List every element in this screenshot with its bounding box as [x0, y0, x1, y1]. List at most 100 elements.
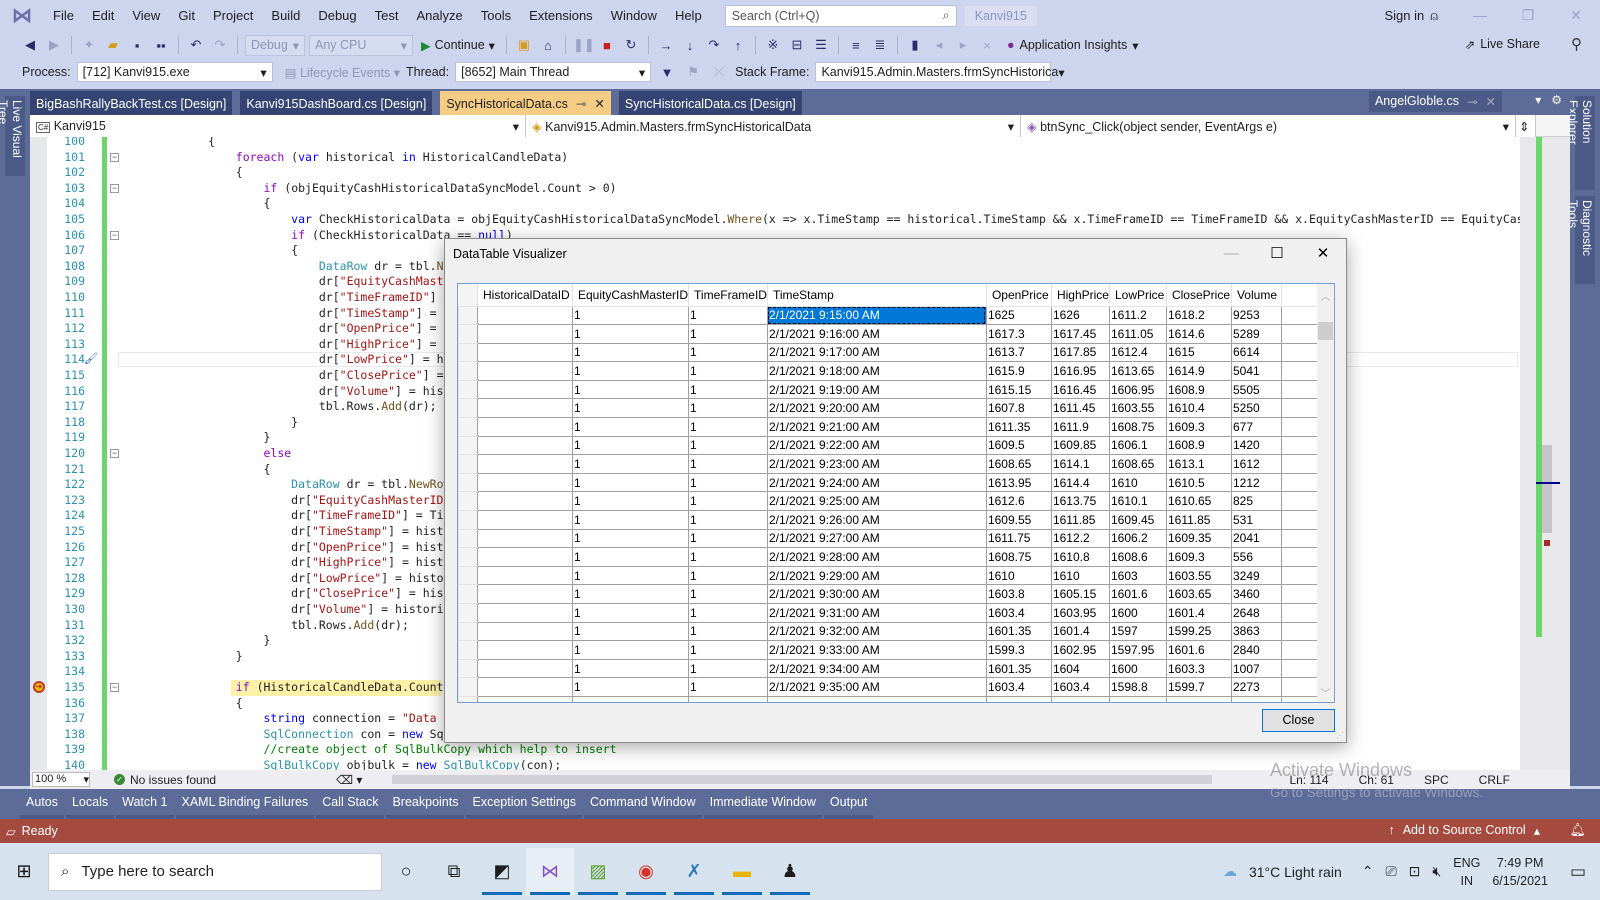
- cell-historicaldataid[interactable]: [477, 472, 573, 493]
- row-header[interactable]: [458, 528, 478, 549]
- table-row[interactable]: 1 1 2/1/2021 9:17:00 AM 1613.7 1617.85 1612.4…: [458, 342, 1325, 363]
- cell-timeframeid[interactable]: 1: [688, 435, 768, 456]
- open-file-icon[interactable]: ▰: [103, 37, 123, 53]
- tab-synchistoricaldata-cs[interactable]: SyncHistoricalData.cs ⊸ ✕: [440, 91, 611, 115]
- menu-build[interactable]: Build: [262, 0, 309, 31]
- cell-timeframeid[interactable]: 1: [688, 658, 768, 679]
- stack-frame-select[interactable]: Kanvi915.Admin.Masters.frmSyncHistorica ▾: [815, 62, 1065, 82]
- cell-highprice[interactable]: 1610: [1050, 565, 1110, 586]
- row-header[interactable]: [458, 491, 478, 512]
- cell-lowprice[interactable]: 1610: [1108, 472, 1167, 493]
- cell-volume[interactable]: 531: [1230, 510, 1282, 530]
- break-all-icon[interactable]: ❚❚: [573, 37, 595, 53]
- live-share-button[interactable]: ⇗ Live Share: [1465, 37, 1540, 52]
- windows-start-icon[interactable]: ⊞: [0, 861, 48, 882]
- cell-highprice[interactable]: 1613.75: [1050, 491, 1110, 512]
- table-row[interactable]: 1 1 2/1/2021 9:32:00 AM 1601.35 1601.4 1597 15…: [458, 621, 1325, 642]
- cell-openprice[interactable]: 1603.4: [985, 603, 1052, 623]
- tool-tab-call-stack[interactable]: Call Stack: [316, 789, 385, 819]
- cell-highprice[interactable]: 1616.45: [1050, 379, 1110, 400]
- cell-lowprice[interactable]: 1612.4: [1108, 342, 1167, 363]
- row-header[interactable]: [458, 621, 478, 642]
- cell-timestamp[interactable]: 2/1/2021 9:20:00 AM: [766, 398, 987, 419]
- outline-icon[interactable]: ⊟: [787, 37, 807, 53]
- cell-openprice[interactable]: 1607.8: [985, 398, 1052, 419]
- lifecycle-events-button[interactable]: ▤ Lifecycle Events ▾: [285, 65, 400, 80]
- cell-volume[interactable]: 825: [1230, 491, 1282, 512]
- column-header-openprice[interactable]: OpenPrice: [986, 284, 1052, 307]
- split-editor-icon[interactable]: ⇕: [1516, 115, 1536, 137]
- notifications-bell-icon[interactable]: 🔔︎: [1569, 822, 1586, 838]
- tab-close-icon[interactable]: ✕: [594, 93, 604, 115]
- cell-equitycashmasterid[interactable]: 1: [571, 640, 690, 660]
- cell-timestamp[interactable]: 2/1/2021 9:19:00 AM: [766, 379, 987, 400]
- notepad-taskbar-icon[interactable]: ▨: [574, 848, 622, 895]
- menu-tools[interactable]: Tools: [472, 0, 520, 31]
- editor-horizontal-scrollbar[interactable]: [392, 775, 1213, 784]
- undo-icon[interactable]: ↶: [186, 37, 206, 53]
- cell-historicaldataid[interactable]: [477, 658, 573, 679]
- collapse-region-icon[interactable]: −: [110, 449, 119, 458]
- table-row[interactable]: 1 1 2/1/2021 9:19:00 AM 1615.15 1616.45 1606.…: [458, 379, 1325, 400]
- row-header[interactable]: [458, 547, 478, 567]
- tool-tab-locals[interactable]: Locals: [65, 789, 115, 819]
- select-all-corner[interactable]: [458, 284, 478, 307]
- row-header[interactable]: [458, 342, 478, 363]
- dialog-close-icon[interactable]: ✕: [1300, 239, 1346, 269]
- cell-highprice[interactable]: 1617.45: [1050, 324, 1110, 344]
- save-all-icon[interactable]: ▪▪: [151, 38, 171, 53]
- cell-equitycashmasterid[interactable]: 1: [571, 305, 690, 326]
- cell-openprice[interactable]: 1601.35: [985, 621, 1052, 642]
- table-row[interactable]: 1 1 2/1/2021 9:22:00 AM 1609.5 1609.85 1606.1…: [458, 435, 1325, 456]
- cell-closeprice[interactable]: 1603.3: [1165, 658, 1232, 679]
- cell-lowprice[interactable]: 1606.2: [1108, 528, 1167, 549]
- bookmark-icon[interactable]: ▮: [905, 37, 925, 53]
- tab-list-dropdown-icon[interactable]: ▾: [1535, 93, 1541, 107]
- row-header[interactable]: [458, 603, 478, 623]
- member-select[interactable]: ◈ btnSync_Click(object sender, EventArgs…: [1021, 115, 1516, 137]
- cell-volume[interactable]: 2273: [1230, 677, 1282, 697]
- tab-synchistoricaldata-design[interactable]: SyncHistoricalData.cs [Design]: [618, 91, 802, 115]
- cell-highprice[interactable]: 1616.95: [1050, 361, 1110, 381]
- cell-equitycashmasterid[interactable]: 1: [571, 398, 690, 419]
- solution-platform-select[interactable]: Any CPU ▾: [309, 34, 413, 56]
- cell-closeprice[interactable]: 1601.6: [1165, 640, 1232, 660]
- cell-highprice[interactable]: 1612.2: [1050, 528, 1110, 549]
- cell-timeframeid[interactable]: 1: [688, 584, 768, 604]
- row-header[interactable]: [458, 361, 478, 381]
- tab-preview-angelgloble[interactable]: AngelGloble.cs ⊸ ✕: [1368, 91, 1502, 112]
- step-into-icon[interactable]: ↓: [680, 38, 700, 53]
- line-ending-mode[interactable]: CRLF: [1479, 773, 1510, 787]
- menu-project[interactable]: Project: [204, 0, 262, 31]
- cell-timeframeid[interactable]: 1: [688, 491, 768, 512]
- feedback-icon[interactable]: ⚲: [1571, 35, 1582, 53]
- visual-studio-taskbar-icon[interactable]: ⋈: [526, 848, 574, 895]
- cell-volume[interactable]: 5505: [1230, 379, 1282, 400]
- cell-closeprice[interactable]: 1614.6: [1165, 324, 1232, 344]
- row-header[interactable]: [458, 324, 478, 344]
- cell-timeframeid[interactable]: 1: [688, 305, 768, 326]
- column-header-equitycashmasterid[interactable]: EquityCashMasterID: [572, 284, 690, 307]
- cell-volume[interactable]: 5041: [1230, 361, 1282, 381]
- cell-volume[interactable]: 6614: [1230, 342, 1282, 363]
- chrome-taskbar-icon[interactable]: ◉: [622, 848, 670, 895]
- cell-volume[interactable]: 9253: [1230, 305, 1282, 326]
- cell-historicaldataid[interactable]: [477, 435, 573, 456]
- cell-closeprice[interactable]: 1603.55: [1165, 565, 1232, 586]
- cell-timestamp[interactable]: 2/1/2021 9:34:00 AM: [766, 658, 987, 679]
- cell-openprice[interactable]: 1611.35: [985, 417, 1052, 437]
- cell-closeprice[interactable]: 1599.25: [1165, 621, 1232, 642]
- menu-extensions[interactable]: Extensions: [520, 0, 602, 31]
- table-row[interactable]: 1 1 2/1/2021 9:28:00 AM 1608.75 1610.8 1608.6…: [458, 547, 1325, 567]
- column-header-timeframeid[interactable]: TimeFrameID: [688, 284, 768, 307]
- cell-openprice[interactable]: 1615.9: [985, 361, 1052, 381]
- cell-equitycashmasterid[interactable]: 1: [571, 547, 690, 567]
- tab-bigbash-design[interactable]: BigBashRallyBackTest.cs [Design]: [30, 91, 233, 115]
- cell-timestamp[interactable]: 2/1/2021 9:29:00 AM: [766, 565, 987, 586]
- cell-lowprice[interactable]: 1597: [1108, 621, 1167, 642]
- cell-historicaldataid[interactable]: [477, 640, 573, 660]
- process-select[interactable]: [712] Kanvi915.exe ▾: [76, 62, 273, 82]
- cell-openprice[interactable]: 1615.15: [985, 379, 1052, 400]
- tool-tab-xaml-binding-failures[interactable]: XAML Binding Failures: [175, 789, 315, 819]
- weather-label[interactable]: 31°C Light rain: [1249, 864, 1342, 880]
